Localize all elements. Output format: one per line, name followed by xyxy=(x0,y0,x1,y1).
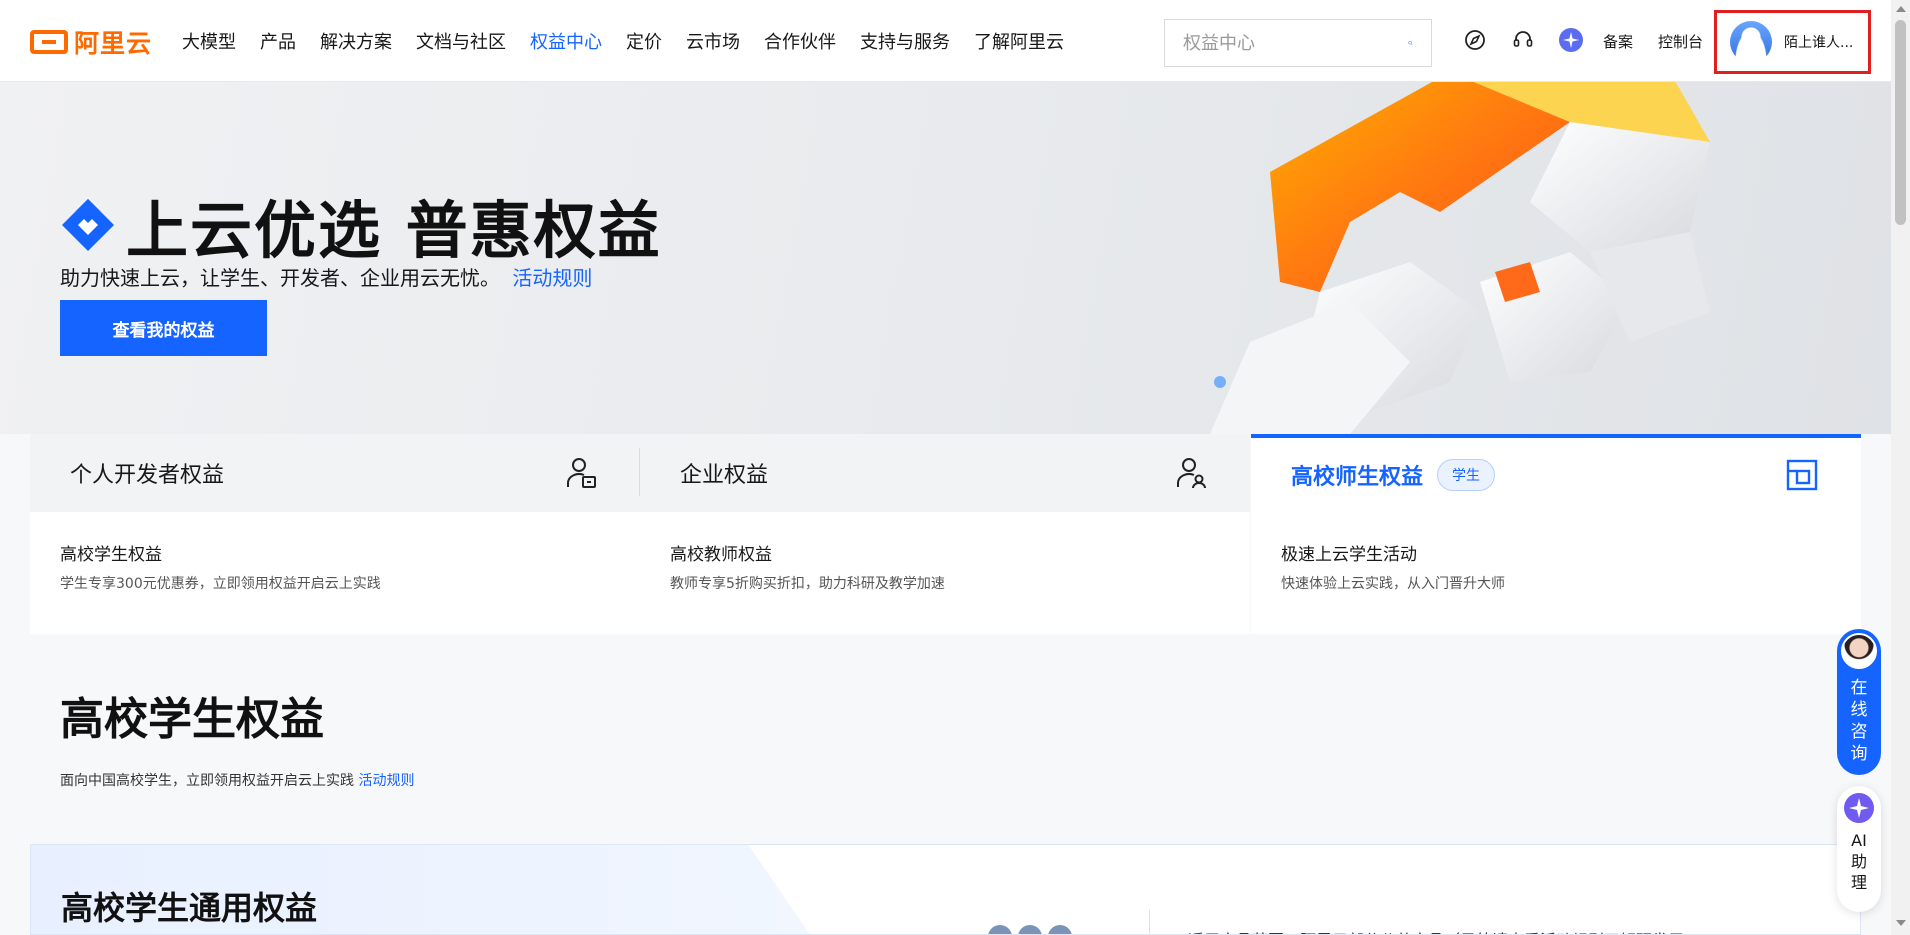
tab-item-title[interactable]: 高校教师权益 xyxy=(670,540,1220,565)
tab-item-title[interactable]: 极速上云学生活动 xyxy=(1281,540,1831,565)
consult-label[interactable]: 在线咨询 xyxy=(1850,677,1868,765)
section-desc-text: 面向中国高校学生，立即领用权益开启云上实践 xyxy=(60,773,354,789)
card-cut-text: 适用产品范围：阿里云部分公共产品（另外请查看活动规则了解研发用 xyxy=(1188,927,1684,934)
tab-item-title[interactable]: 高校学生权益 xyxy=(60,540,610,565)
logo-mark-icon xyxy=(30,30,68,54)
section-description: 面向中国高校学生，立即领用权益开启云上实践 活动规则 xyxy=(60,770,414,790)
search-icon[interactable] xyxy=(1408,33,1413,53)
ai-sparkle-icon xyxy=(1844,793,1874,823)
search-input[interactable] xyxy=(1183,32,1408,54)
hero-rules-link[interactable]: 活动规则 xyxy=(512,266,592,290)
ai-assistant-button[interactable]: AI助理 xyxy=(1837,786,1881,912)
user-name[interactable]: 陌上谁人... xyxy=(1784,32,1853,52)
tab-title[interactable]: 个人开发者权益 xyxy=(70,457,224,489)
nav-item-docs-community[interactable]: 文档与社区 xyxy=(416,28,506,54)
hero-subtitle: 助力快速上云，让学生、开发者、企业用云无忧。 活动规则 xyxy=(60,262,592,291)
tab-item-desc: 学生专享300元优惠券，立即领用权益开启云上实践 xyxy=(60,576,381,592)
hero-title-text: 上云优选 普惠权益 xyxy=(126,194,662,267)
tab-university[interactable]: 高校师生权益 学生 极速上云学生活动 快速体验上云实践，从入门晋升大师 xyxy=(1251,434,1861,634)
hero-subtitle-text: 助力快速上云，让学生、开发者、企业用云无忧。 xyxy=(60,266,500,290)
page-scrollbar[interactable] xyxy=(1891,0,1910,935)
support-icon[interactable] xyxy=(1510,27,1536,53)
user-account-menu[interactable]: 陌上谁人... xyxy=(1714,10,1871,74)
tab-enterprise[interactable]: 企业权益 高校教师权益 教师专享5折购买折扣，助力科研及教学加速 xyxy=(640,434,1250,634)
tab-title[interactable]: 高校师生权益 学生 xyxy=(1291,459,1496,491)
card-title: 高校学生通用权益 xyxy=(61,889,318,927)
nav-item-about[interactable]: 了解阿里云 xyxy=(974,28,1064,54)
card-indicator-dots xyxy=(988,925,1072,934)
explore-icon[interactable] xyxy=(1462,27,1488,53)
search-box xyxy=(1164,19,1432,67)
aliyun-logo[interactable]: 阿里云 xyxy=(30,27,153,58)
tab-header[interactable]: 高校师生权益 学生 xyxy=(1251,434,1861,512)
ai-assistant-label[interactable]: AI助理 xyxy=(1849,830,1869,893)
consultant-avatar xyxy=(1841,633,1877,669)
tab-item-desc: 快速体验上云实践，从入门晋升大师 xyxy=(1281,576,1505,592)
online-consult-button[interactable]: 在线咨询 xyxy=(1837,629,1881,775)
scroll-down-arrow-icon[interactable] xyxy=(1896,920,1906,926)
general-benefits-card: 高校学生通用权益 适用产品范围：阿里云部分公共产品（另外请查看活动规则了解研发用 xyxy=(30,844,1861,935)
logo-text: 阿里云 xyxy=(74,29,153,58)
nav-item-marketplace[interactable]: 云市场 xyxy=(686,28,740,54)
tab-header[interactable]: 企业权益 xyxy=(640,434,1250,512)
section-title: 高校学生权益 xyxy=(60,694,324,745)
student-badge: 学生 xyxy=(1437,459,1496,491)
tab-header[interactable]: 个人开发者权益 xyxy=(30,434,640,512)
nav-item-support[interactable]: 支持与服务 xyxy=(860,28,950,54)
hero-title: 上云优选 普惠权益 xyxy=(60,180,662,270)
nav-item-solutions[interactable]: 解决方案 xyxy=(320,28,392,54)
card-divider xyxy=(1149,910,1150,934)
ai-assistant-icon[interactable] xyxy=(1558,27,1584,53)
nav-item-partners[interactable]: 合作伙伴 xyxy=(764,28,836,54)
tab-item-desc: 教师专享5折购买折扣，助力科研及教学加速 xyxy=(670,576,945,592)
scroll-thumb[interactable] xyxy=(1895,20,1906,225)
nav-item-benefits-center[interactable]: 权益中心 xyxy=(530,28,602,54)
enterprise-user-icon xyxy=(1177,458,1206,489)
developer-user-icon xyxy=(567,458,596,488)
tab-body: 极速上云学生活动 快速体验上云实践，从入门晋升大师 xyxy=(1251,512,1861,621)
tab-title[interactable]: 企业权益 xyxy=(680,457,768,489)
section-rules-link[interactable]: 活动规则 xyxy=(358,773,414,789)
nav-item-large-models[interactable]: 大模型 xyxy=(182,28,236,54)
hero-banner: 上云优选 普惠权益 助力快速上云，让学生、开发者、企业用云无忧。 活动规则 查看… xyxy=(0,82,1891,434)
nav-item-products[interactable]: 产品 xyxy=(260,28,296,54)
benefit-tabs: 个人开发者权益 高校学生权益 学生专享300元优惠券，立即领用权益开启云上实践 … xyxy=(30,434,1861,634)
benefit-logo-icon xyxy=(62,199,114,251)
view-my-benefits-button[interactable]: 查看我的权益 xyxy=(60,300,267,356)
avatar[interactable] xyxy=(1730,21,1772,63)
tab-body: 高校教师权益 教师专享5折购买折扣，助力科研及教学加速 xyxy=(640,512,1250,621)
header-icon-group xyxy=(1462,27,1584,53)
scroll-up-arrow-icon[interactable] xyxy=(1896,6,1906,12)
nav-item-pricing[interactable]: 定价 xyxy=(626,28,662,54)
beian-link[interactable]: 备案 xyxy=(1603,31,1633,52)
tab-title-text[interactable]: 高校师生权益 xyxy=(1291,459,1423,491)
tab-personal-developer[interactable]: 个人开发者权益 高校学生权益 学生专享300元优惠券，立即领用权益开启云上实践 xyxy=(30,434,640,634)
console-link[interactable]: 控制台 xyxy=(1658,31,1703,52)
hero-3d-illustration xyxy=(1210,82,1710,434)
top-header: 阿里云 大模型 产品 解决方案 文档与社区 权益中心 定价 云市场 合作伙伴 支… xyxy=(0,0,1891,82)
main-nav: 大模型 产品 解决方案 文档与社区 权益中心 定价 云市场 合作伙伴 支持与服务… xyxy=(182,0,1064,82)
tab-body: 高校学生权益 学生专享300元优惠券，立即领用权益开启云上实践 xyxy=(30,512,640,621)
campus-icon xyxy=(1786,459,1818,491)
